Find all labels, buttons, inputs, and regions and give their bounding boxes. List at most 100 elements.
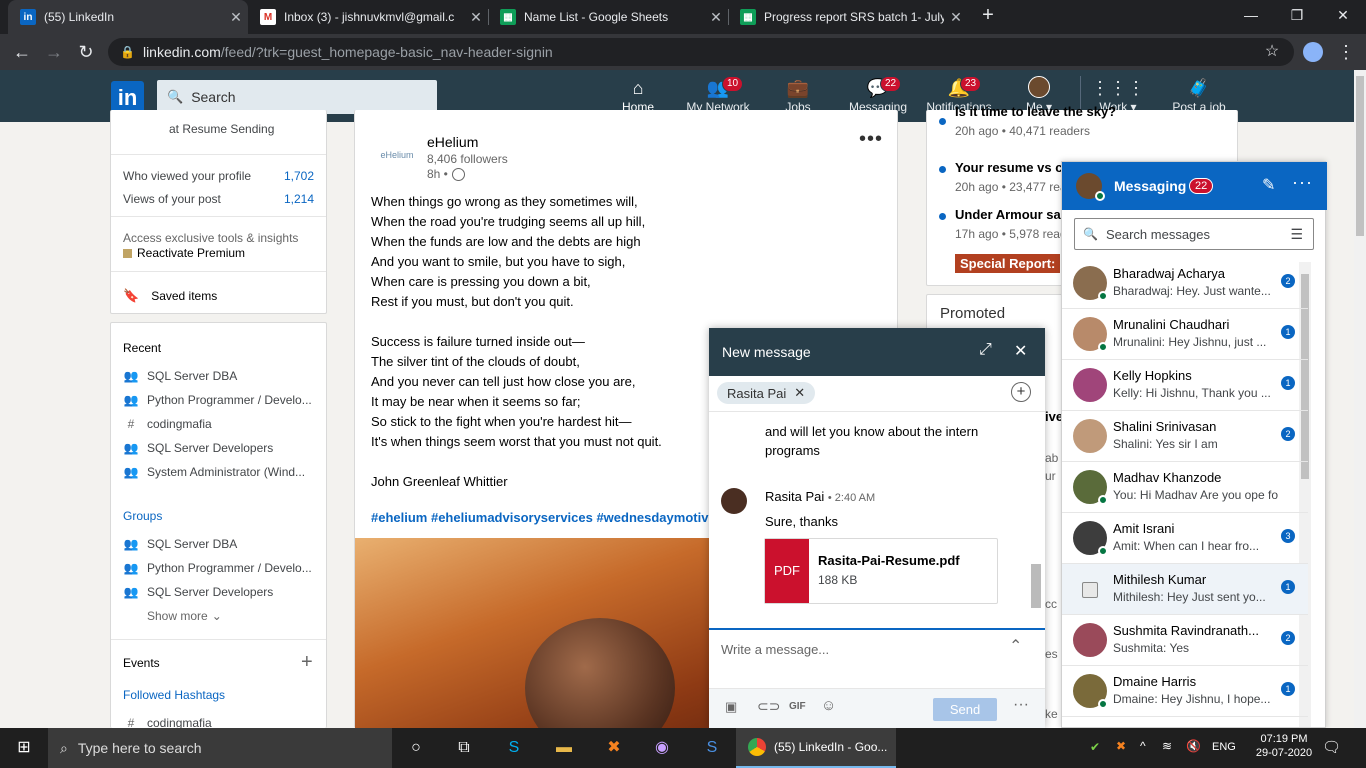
app-icon[interactable]: ◉	[638, 728, 686, 768]
conversation-item[interactable]: Amit Israni Amit: When can I hear fro... 3	[1062, 513, 1308, 564]
gif-icon[interactable]: GIF	[789, 701, 806, 712]
chevron-up-icon[interactable]: ⌃	[1009, 636, 1022, 656]
more-options-icon[interactable]: ···	[1013, 696, 1029, 714]
special-report-banner[interactable]: Special Report:	[955, 254, 1061, 273]
maximize-button[interactable]: ❐	[1274, 0, 1320, 34]
recent-item[interactable]: 👥 Python Programmer / Develo...	[123, 393, 323, 407]
conversation-item[interactable]: Madhav Khanzode You: Hi Madhav Are you op…	[1062, 462, 1308, 513]
expand-icon[interactable]: ⤢	[979, 341, 992, 359]
reload-button[interactable]: ↻	[70, 34, 102, 70]
online-indicator	[1098, 495, 1108, 505]
compose-input[interactable]: Write a message... ⌃	[709, 630, 1045, 688]
recent-item[interactable]: 👥 SQL Server Developers	[123, 441, 323, 455]
filter-icon[interactable]: ☰	[1290, 226, 1303, 243]
language-indicator[interactable]: ENG	[1212, 741, 1236, 753]
wifi-icon[interactable]: ≋	[1162, 739, 1172, 753]
page-scrollbar[interactable]	[1354, 70, 1366, 728]
file-explorer-icon[interactable]: ▬	[540, 728, 588, 768]
task-view-icon[interactable]: ⧉	[440, 728, 488, 768]
scrollbar-thumb[interactable]	[1031, 564, 1041, 608]
chrome-taskbar-button[interactable]: (55) LinkedIn - Goo...	[736, 728, 896, 768]
tab-linkedin[interactable]: in (55) LinkedIn ✕	[8, 0, 248, 34]
skype-icon[interactable]: S	[490, 728, 538, 768]
windows-start-icon[interactable]: ⊞	[0, 728, 48, 768]
app-icon[interactable]: S	[688, 728, 736, 768]
tab-name-list[interactable]: ▦ Name List - Google Sheets ✕	[488, 0, 728, 34]
emoji-icon[interactable]: ☺	[821, 697, 836, 714]
tab-progress-report[interactable]: ▦ Progress report SRS batch 1- July ✕	[728, 0, 968, 34]
tab-gmail[interactable]: M Inbox (3) - jishnuvkmvl@gmail.c ✕	[248, 0, 488, 34]
post-text-line: The silver tint of the clouds of doubt,	[371, 354, 580, 369]
recent-item[interactable]: # codingmafia	[123, 417, 323, 431]
forward-button[interactable]: →	[38, 34, 70, 70]
contact-avatar[interactable]	[1073, 368, 1107, 402]
followed-hashtags-heading[interactable]: Followed Hashtags	[123, 688, 225, 702]
conversation-item[interactable]: Mithilesh Kumar Mithilesh: Hey Just sent …	[1062, 564, 1308, 615]
reactivate-premium-link[interactable]: Reactivate Premium	[123, 246, 245, 260]
post-hashtags[interactable]: #ehelium #eheliumadvisoryservices #wedne…	[371, 510, 708, 525]
remove-recipient-icon[interactable]: ✕	[794, 385, 805, 401]
notification-center-icon[interactable]: 🗨	[1322, 738, 1341, 756]
chevron-up-icon[interactable]: ^	[1140, 739, 1146, 753]
group-item[interactable]: 👥 SQL Server DBA	[123, 537, 323, 551]
xampp-icon[interactable]: ✖	[590, 728, 638, 768]
message-search-input[interactable]: 🔍 Search messages ☰	[1074, 218, 1314, 250]
send-button[interactable]: Send	[933, 698, 997, 721]
post-options-icon[interactable]: •••	[859, 128, 883, 151]
close-tab-icon[interactable]: ✕	[704, 9, 728, 26]
scrollbar-thumb[interactable]	[1356, 76, 1364, 236]
conversation-item[interactable]: Dmaine Harris Dmaine: Hey Jishnu, I hope.…	[1062, 666, 1308, 717]
group-item[interactable]: 👥 SQL Server Developers	[123, 585, 323, 599]
new-tab-button[interactable]: +	[976, 4, 1000, 30]
new-message-header[interactable]: New message ⤢ ✕	[709, 328, 1045, 376]
thread-scrollbar[interactable]	[1030, 416, 1042, 624]
add-recipient-icon[interactable]: +	[1011, 382, 1031, 402]
xampp-tray-icon[interactable]: ✖	[1116, 739, 1126, 753]
post-author[interactable]: eHelium	[427, 134, 478, 150]
conversation-item[interactable]: Mrunalini Chaudhari Mrunalini: Hey Jishnu…	[1062, 309, 1308, 360]
add-event-icon[interactable]: +	[301, 651, 313, 674]
contact-avatar[interactable]	[1073, 419, 1107, 453]
company-logo[interactable]: eHelium	[371, 134, 423, 176]
groups-heading[interactable]: Groups	[123, 509, 162, 523]
conversation-item[interactable]: Shalini Srinivasan Shalini: Yes sir I am 2	[1062, 411, 1308, 462]
stat-post-views[interactable]: Views of your post 1,214	[123, 192, 314, 206]
close-tab-icon[interactable]: ✕	[464, 9, 488, 26]
cortana-icon[interactable]: ○	[392, 728, 440, 768]
stat-profile-views[interactable]: Who viewed your profile 1,702	[123, 169, 314, 183]
minimize-button[interactable]: —	[1228, 0, 1274, 34]
more-options-icon[interactable]: ···	[1292, 172, 1313, 193]
image-icon[interactable]: ▣	[725, 699, 737, 715]
messaging-header[interactable]: Messaging 22 ✎ ···	[1062, 162, 1327, 210]
close-icon[interactable]: ✕	[1014, 341, 1027, 361]
conversation-item[interactable]: Sushmita Ravindranath... Sushmita: Yes 2	[1062, 615, 1308, 666]
show-more-button[interactable]: Show more ⌄	[147, 609, 347, 623]
close-window-button[interactable]: ✕	[1320, 0, 1366, 34]
address-bar[interactable]: 🔒 linkedin.com/feed/?trk=guest_homepage-…	[108, 38, 1294, 66]
bookmark-star-icon[interactable]: ☆	[1256, 34, 1288, 70]
close-tab-icon[interactable]: ✕	[224, 9, 248, 26]
clock[interactable]: 07:19 PM 29-07-2020	[1252, 733, 1316, 759]
recent-item[interactable]: 👥 SQL Server DBA	[123, 369, 323, 383]
saved-items-link[interactable]: 🔖 Saved items	[123, 288, 217, 304]
back-button[interactable]: ←	[6, 34, 38, 70]
conversation-item[interactable]: Kelly Hopkins Kelly: Hi Jishnu, Thank you…	[1062, 360, 1308, 411]
sender-name[interactable]: Rasita Pai	[765, 489, 824, 504]
recipient-pill[interactable]: Rasita Pai ✕	[717, 382, 816, 404]
search-input[interactable]: 🔍 Search	[157, 80, 437, 114]
recent-item[interactable]: 👥 System Administrator (Wind...	[123, 465, 323, 479]
compose-icon[interactable]: ✎	[1262, 175, 1275, 195]
contact-avatar[interactable]	[1073, 623, 1107, 657]
menu-kebab-icon[interactable]: ⋮	[1330, 34, 1362, 70]
volume-icon[interactable]: 🔇	[1186, 739, 1201, 753]
close-tab-icon[interactable]: ✕	[944, 9, 968, 26]
shield-icon[interactable]: ✔	[1090, 740, 1100, 754]
profile-avatar[interactable]	[1303, 42, 1323, 62]
file-attachment[interactable]: PDF Rasita-Pai-Resume.pdf 188 KB	[764, 538, 998, 604]
sender-avatar[interactable]	[721, 488, 747, 514]
conversation-item[interactable]: Bharadwaj Acharya Bharadwaj: Hey. Just wa…	[1062, 258, 1308, 309]
select-checkbox[interactable]	[1082, 582, 1098, 598]
group-item[interactable]: 👥 Python Programmer / Develo...	[123, 561, 323, 575]
taskbar-search-input[interactable]: ⌕ Type here to search	[48, 728, 392, 768]
attachment-icon[interactable]: ⊂⊃	[757, 698, 780, 715]
